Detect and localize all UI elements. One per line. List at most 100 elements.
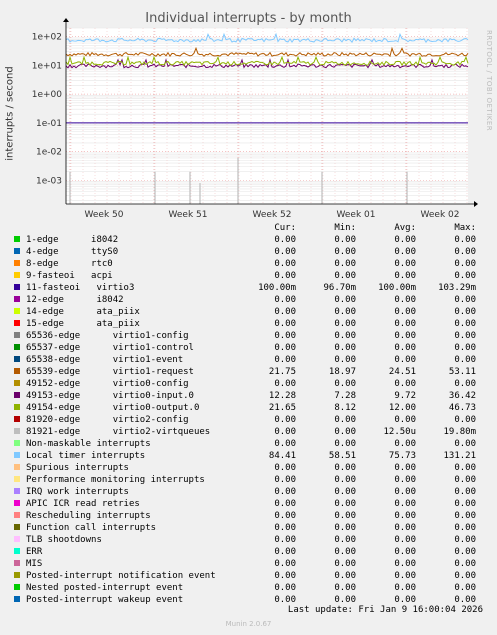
legend-swatch [14,440,20,446]
legend-swatch [14,392,20,398]
legend-swatch [14,536,20,542]
legend-series-name: 49152-edge virtio0-config [26,379,189,389]
legend-series-name: ERR [26,547,43,557]
legend-max-value: 0.00 [454,307,476,317]
legend-max-value: 0.00 [454,235,476,245]
legend-swatch [14,236,20,242]
legend-series-name: 14-edge ata_piix [26,307,140,317]
x-axis-arrow [474,201,478,207]
legend-max-value: 0.00 [454,295,476,305]
legend-series-name: Posted-interrupt wakeup event [26,595,184,605]
x-tick-label: Week 01 [337,210,376,220]
legend-max-value: 36.42 [448,391,476,401]
y-tick-label: 1e-01 [36,119,62,129]
legend-swatch [14,416,20,422]
legend-series-name: 49153-edge virtio0-input.0 [26,391,194,401]
legend-max-value: 0.00 [454,271,476,281]
legend-series-name: 12-edge i8042 [26,295,124,305]
legend-swatch [14,308,20,314]
last-update: Last update: Fri Jan 9 16:00:04 2026 [287,605,483,615]
legend-max-value: 0.00 [454,379,476,389]
y-tick-label: 1e+02 [32,33,62,43]
legend-series-name: Performance monitoring interrupts [26,475,205,485]
legend-series-name: 65537-edge virtio1-control [26,343,194,353]
legend-max-value: 103.29m [438,283,476,293]
legend-swatch [14,464,20,470]
legend-series-name: 81920-edge virtio2-config [26,415,189,425]
legend-max-value: 0.00 [454,415,476,425]
legend-series-name: 11-fasteoi virtio3 [26,283,135,293]
legend-max-value: 0.00 [454,475,476,485]
legend-max-value: 0.00 [454,319,476,329]
legend-swatch [14,380,20,386]
legend-series-name: 65538-edge virtio1-event [26,355,184,365]
legend-swatch [14,428,20,434]
legend-swatch [14,344,20,350]
legend-series-name: 4-edge ttyS0 [26,247,119,257]
legend-series-name: Non-maskable interrupts [26,439,151,449]
legend-max-value: 0.00 [454,583,476,593]
legend-swatch [14,248,20,254]
plot-area [66,28,468,204]
legend-max-value: 46.73 [448,403,476,413]
legend-swatch [14,284,20,290]
legend-series-name: 65539-edge virtio1-request [26,367,194,377]
legend-swatch [14,356,20,362]
y-tick-label: 1e+01 [32,61,62,71]
legend-header-row: Cur: Min: Avg: Max: [0,222,476,234]
legend-max-value: 0.00 [454,523,476,533]
legend-swatch [14,404,20,410]
x-tick-label: Week 52 [253,210,292,220]
legend-swatch [14,320,20,326]
legend-max-value: 0.00 [454,535,476,545]
legend-swatch [14,584,20,590]
legend-series-name: Function call interrupts [26,523,157,533]
y-tick-label: 1e+00 [32,90,63,100]
legend-header-max: Max: [454,223,476,233]
legend-swatch [14,272,20,278]
munin-version: Munin 2.0.67 [225,620,272,628]
legend-series-name: Nested posted-interrupt event [26,583,184,593]
legend-max-value: 0.00 [454,571,476,581]
chart-plot: 1e+02 1e+01 1e+00 1e-01 1e-02 1e-03 Week 50 Wee… [32,18,478,220]
legend-swatch [14,560,20,566]
legend-swatch [14,512,20,518]
legend-swatch [14,368,20,374]
legend-max-value: 0.00 [454,439,476,449]
legend-series-name: IRQ work interrupts [26,487,129,497]
x-tick-label: Week 51 [169,210,208,220]
legend-max-value: 0.00 [454,259,476,269]
legend-swatch [14,596,20,602]
legend-max-value: 0.00 [454,499,476,509]
y-axis-arrow [63,18,69,22]
legend-max-value: 0.00 [454,355,476,365]
legend-swatch [14,572,20,578]
legend-max-value: 19.80m [443,427,476,437]
legend-swatch [14,548,20,554]
x-tick-label: Week 50 [85,210,124,220]
legend-max-value: 0.00 [454,247,476,257]
legend-max-value: 0.00 [454,331,476,341]
legend-swatch [14,332,20,338]
legend-swatch [14,488,20,494]
y-tick-label: 1e-02 [36,148,62,158]
legend-max-value: 0.00 [454,487,476,497]
legend-series-name: APIC ICR read retries [26,499,140,509]
legend-series-name: Posted-interrupt notification event [26,571,216,581]
legend-max-value: 0.00 [454,343,476,353]
legend-series-name: 1-edge i8042 [26,235,119,245]
legend-swatch [14,296,20,302]
legend-series-name: 15-edge ata_piix [26,319,140,329]
legend-series-name: Rescheduling interrupts [26,511,151,521]
legend-series-name: 8-edge rtc0 [26,259,113,269]
legend-swatch [14,476,20,482]
legend-swatch [14,260,20,266]
y-tick-label: 1e-03 [36,176,62,186]
legend-swatch [14,500,20,506]
legend-series-name: 81921-edge virtio2-virtqueues [26,427,211,437]
legend-max-value: 0.00 [454,547,476,557]
legend-series-name: 9-fasteoi acpi [26,271,113,281]
legend-max-value: 0.00 [454,559,476,569]
legend-series-name: Spurious interrupts [26,463,129,473]
legend-series-name: MIS [26,559,43,569]
